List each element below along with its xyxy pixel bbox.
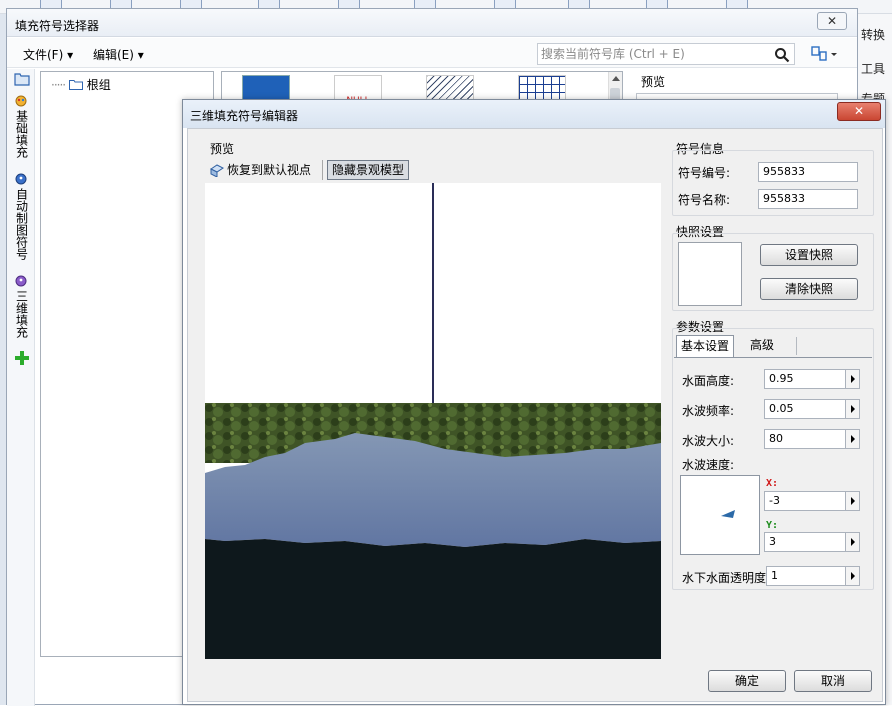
view-mode-icon[interactable] <box>807 43 841 65</box>
3d-fill-symbol-editor-dialog: 三维填充符号编辑器 ✕ 预览 恢复到默认视点 隐藏景观模型 符号信息 符号编号:… <box>182 99 886 705</box>
wave-size-label: 水波大小: <box>682 434 735 448</box>
spinner-arrow-icon[interactable] <box>845 492 859 510</box>
editor-close-button[interactable]: ✕ <box>837 102 881 121</box>
direction-arrow-icon <box>721 510 735 518</box>
hide-model-button[interactable]: 隐藏景观模型 <box>327 160 410 180</box>
tab-3d-fill[interactable]: 三维填充 <box>11 275 31 338</box>
tab-basic-settings[interactable]: 基本设置 <box>676 335 735 357</box>
y-axis-label: Y: <box>766 520 779 531</box>
palette-icon <box>15 95 27 107</box>
tab-underline <box>674 357 872 358</box>
tab-basic-fill[interactable]: 基础填充 <box>11 95 31 158</box>
underwater-alpha-spinner[interactable]: 1 <box>766 566 860 586</box>
file-menu[interactable]: 文件(F) ▾ <box>23 46 73 63</box>
reset-view-icon <box>210 164 224 177</box>
search-input[interactable] <box>538 44 770 64</box>
water-scene <box>205 403 661 659</box>
reset-view-button[interactable]: 恢复到默认视点 <box>207 159 315 181</box>
water-height-label: 水面高度: <box>682 374 735 388</box>
water-height-spinner[interactable]: 0.95 <box>764 369 860 389</box>
tree-root-node[interactable]: ····· 根组 <box>51 76 111 93</box>
preview-group-title: 预览 <box>210 142 235 156</box>
selector-preview-label: 预览 <box>641 75 666 89</box>
symbol-name-label: 符号名称: <box>678 193 731 207</box>
underwater-alpha-label: 水下水面透明度 <box>682 571 767 585</box>
preview-toolbar: 恢复到默认视点 隐藏景观模型 <box>205 157 661 183</box>
spinner-arrow-icon[interactable] <box>845 567 859 585</box>
wave-speed-x-spinner[interactable]: -3 <box>764 491 860 511</box>
wave-speed-y-spinner[interactable]: 3 <box>764 532 860 552</box>
cancel-button[interactable]: 取消 <box>794 670 872 692</box>
palette-icon <box>15 275 27 287</box>
wave-direction-pad[interactable] <box>680 475 760 555</box>
wave-frequency-spinner[interactable]: 0.05 <box>764 399 860 419</box>
tab-auto-map-symbols[interactable]: 自动制图符号 <box>11 173 31 260</box>
spinner-arrow-icon[interactable] <box>845 370 859 388</box>
tab-advanced[interactable]: 高级 <box>746 335 778 357</box>
x-axis-label: X: <box>766 478 779 489</box>
editor-body: 预览 恢复到默认视点 隐藏景观模型 符号信息 符号编号: 955833 符号名称… <box>187 128 883 702</box>
spinner-arrow-icon[interactable] <box>845 400 859 418</box>
clear-snapshot-button[interactable]: 清除快照 <box>760 278 858 300</box>
wave-size-spinner[interactable]: 80 <box>764 429 860 449</box>
wave-frequency-label: 水波频率: <box>682 404 735 418</box>
symbol-id-input[interactable]: 955833 <box>758 162 858 182</box>
symbol-id-label: 符号编号: <box>678 166 731 180</box>
folder-icon <box>68 80 83 90</box>
search-icon[interactable] <box>774 47 790 63</box>
editor-title: 三维填充符号编辑器 <box>190 109 299 123</box>
folder-icon[interactable] <box>14 72 30 86</box>
toolbar-separator <box>322 160 323 180</box>
wave-speed-label: 水波速度: <box>682 458 735 472</box>
tree-root-label: 根组 <box>86 78 111 92</box>
menu-bar: 文件(F) ▾ 编辑(E) ▾ <box>7 38 857 68</box>
spinner-arrow-icon[interactable] <box>845 533 859 551</box>
editor-title-bar: 三维填充符号编辑器 ✕ <box>183 100 885 128</box>
preview-vertical-line <box>432 183 434 403</box>
edit-menu[interactable]: 编辑(E) ▾ <box>93 46 144 63</box>
palette-icon <box>15 173 27 185</box>
ok-button[interactable]: 确定 <box>708 670 786 692</box>
3d-preview-viewport[interactable] <box>205 183 661 659</box>
tab-separator <box>796 337 797 355</box>
selector-title-bar: 填充符号选择器 ✕ <box>7 9 857 37</box>
search-box <box>537 43 795 65</box>
spinner-arrow-icon[interactable] <box>845 430 859 448</box>
set-snapshot-button[interactable]: 设置快照 <box>760 244 858 266</box>
selector-title: 填充符号选择器 <box>15 19 100 33</box>
category-sidebar: 基础填充 自动制图符号 三维填充 <box>7 69 35 706</box>
bg-label-tools[interactable]: 工具 <box>861 60 885 77</box>
bg-label-convert[interactable]: 转换 <box>861 26 885 43</box>
add-icon[interactable] <box>15 351 29 365</box>
symbol-name-input[interactable]: 955833 <box>758 189 858 209</box>
selector-close-button[interactable]: ✕ <box>817 12 847 30</box>
snapshot-preview <box>678 242 742 306</box>
